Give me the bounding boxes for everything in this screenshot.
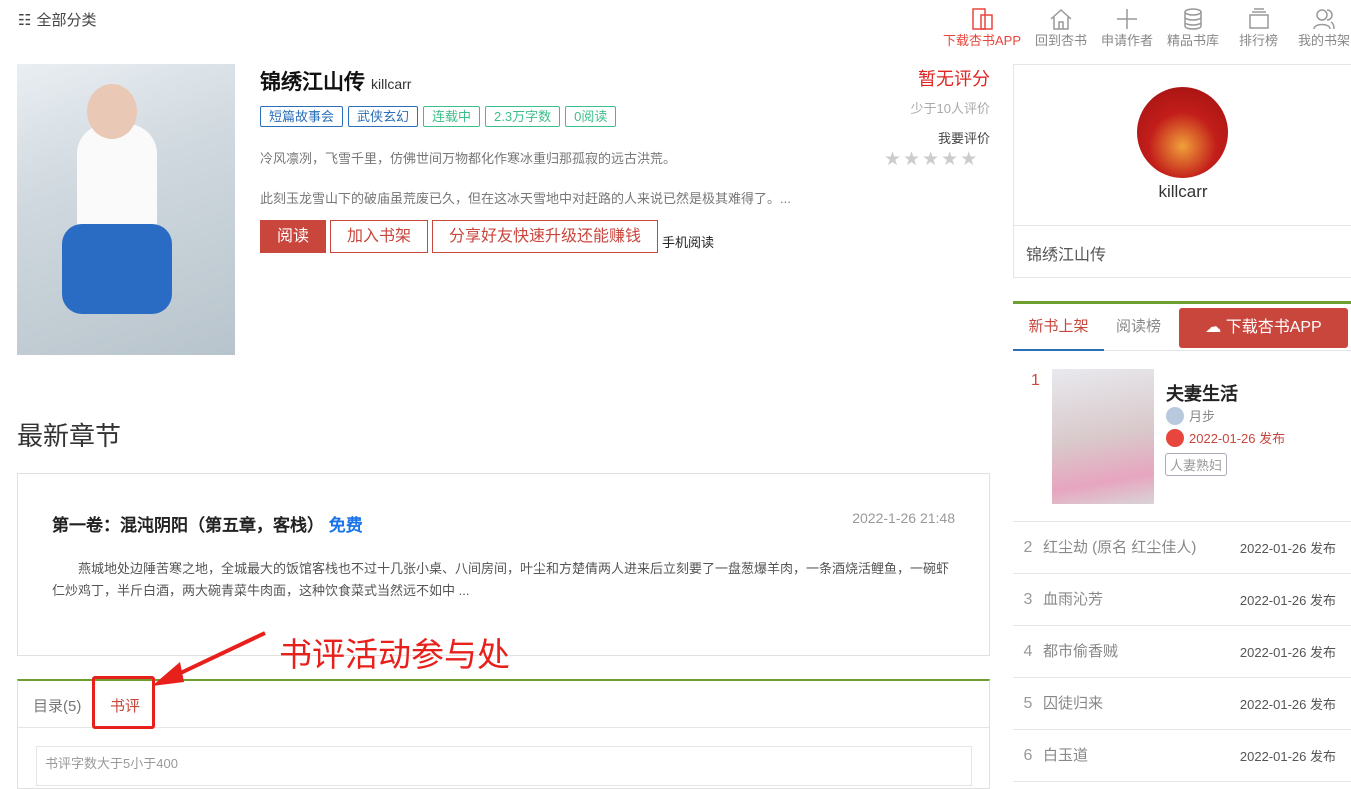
clock-icon — [1166, 428, 1184, 447]
mobile-read-link[interactable]: 手机阅读 — [662, 232, 714, 251]
rate-label: 我要评价 — [937, 131, 990, 146]
user-icon — [1313, 9, 1335, 30]
share-button[interactable]: 分享好友快速升级还能赚钱 — [432, 220, 659, 253]
ranking-item[interactable]: 3 血雨沁芳 2022-01-26 发布 — [1013, 574, 1351, 626]
star-icon[interactable]: ★ — [922, 148, 939, 171]
author-name[interactable]: killcarr — [1014, 182, 1351, 202]
publish-date: 2022-01-26 发布 — [1189, 431, 1286, 446]
tab-new-books[interactable]: 新书上架 — [1013, 304, 1104, 351]
nav-apply-author[interactable]: 申请作者 — [1101, 8, 1153, 49]
tag-status: 连载中 — [423, 106, 481, 127]
rating-value: 暂无评分 — [918, 69, 990, 89]
book-tags: 短篇故事会 武侠玄幻 连载中 2.3万字数 0阅读 — [260, 106, 617, 127]
annotation-label: 书评活动参与处 — [279, 636, 510, 673]
star-rating-input[interactable]: ★ ★ ★ ★ ★ — [884, 148, 977, 171]
star-icon[interactable]: ★ — [884, 148, 901, 171]
nav-home[interactable]: 回到杏书 — [1035, 8, 1087, 49]
nav-my-shelf[interactable]: 我的书架 — [1298, 8, 1350, 49]
nav-ranking[interactable]: 排行榜 — [1239, 8, 1278, 49]
add-to-shelf-button[interactable]: 加入书架 — [330, 220, 429, 253]
tab-reading-rank[interactable]: 阅读榜 — [1116, 304, 1161, 349]
star-icon[interactable]: ★ — [903, 148, 920, 171]
all-categories-button[interactable]: ☷ 全部分类 — [18, 9, 96, 30]
sidebar-tabs: 新书上架 阅读榜 ☁ 下载杏书APP — [1013, 301, 1351, 351]
read-button[interactable]: 阅读 — [260, 220, 327, 253]
book-thumbnail[interactable] — [1052, 369, 1154, 504]
chapter-time: 2022-1-26 21:48 — [852, 510, 955, 526]
ranking-icon — [1248, 8, 1269, 29]
tag-word-count: 2.3万字数 — [485, 106, 561, 127]
tag-category[interactable]: 短篇故事会 — [260, 106, 344, 127]
author-avatar[interactable] — [1137, 87, 1228, 178]
star-icon[interactable]: ★ — [960, 148, 977, 171]
tag-genre[interactable]: 武侠玄幻 — [348, 106, 419, 127]
chapter-title[interactable]: 第一卷：混沌阴阳（第五章，客栈） 免费 — [52, 511, 363, 536]
list-icon: ☷ — [18, 11, 32, 29]
ranking-item[interactable]: 4 都市偷香贼 2022-01-26 发布 — [1013, 626, 1351, 678]
tab-toc[interactable]: 目录(5) — [33, 695, 81, 716]
annotation-arrow-icon — [152, 631, 266, 686]
book-desc-line1: 冷风凛冽，飞雪千里，仿佛世间万物都化作寒冰重归那孤寂的远古洪荒。 — [260, 151, 677, 166]
star-icon[interactable]: ★ — [941, 148, 958, 171]
rating-note: 少于10人评价 — [910, 101, 990, 116]
book-title[interactable]: 夫妻生活 — [1166, 380, 1238, 406]
nav-library[interactable]: 精品书库 — [1167, 8, 1219, 49]
nav-download-app[interactable]: 下载杏书APP — [943, 8, 1021, 49]
book-tag[interactable]: 人妻熟妇 — [1165, 453, 1228, 476]
phone-app-icon — [972, 8, 993, 30]
latest-chapters-heading: 最新章节 — [17, 421, 122, 451]
user-icon — [1166, 406, 1184, 425]
review-input[interactable]: 书评字数大于5小于400 — [36, 746, 972, 786]
database-icon — [1184, 8, 1202, 30]
book-author[interactable]: killcarr — [371, 76, 411, 92]
free-badge: 免费 — [328, 516, 363, 535]
plus-icon — [1117, 9, 1137, 29]
toc-review-tabs: 目录(5) 书评 书评字数大于5小于400 — [17, 679, 990, 789]
book-cover-image[interactable] — [17, 64, 235, 355]
author-card: killcarr — [1013, 64, 1351, 226]
book-title: 锦绣江山传 killcarr — [260, 71, 412, 94]
cloud-download-icon: ☁ — [1205, 319, 1222, 336]
ranking-top-item[interactable]: 1 夫妻生活 月步 2022-01-26 发布 人妻熟妇 — [1013, 352, 1351, 522]
book-desc-line2: 此刻玉龙雪山下的破庙虽荒废已久，但在这冰天雪地中对赶路的人来说已然是极其难得了。… — [260, 191, 791, 206]
sidebar-book-name: 锦绣江山传 — [1013, 225, 1351, 278]
download-app-button[interactable]: ☁ 下载杏书APP — [1179, 308, 1348, 348]
home-icon — [1050, 8, 1072, 30]
ranking-item[interactable]: 6 白玉道 2022-01-26 发布 — [1013, 730, 1351, 782]
chapter-excerpt: 燕城地处边陲苦寒之地，全城最大的饭馆客栈也不过十几张小桌、八间房间，叶尘和方楚倩… — [52, 561, 950, 598]
rank-number: 1 — [1031, 372, 1040, 389]
ranking-item[interactable]: 2 红尘劫 (原名 红尘佳人) 2022-01-26 发布 — [1013, 522, 1351, 574]
tag-reads: 0阅读 — [565, 106, 617, 127]
book-author: 月步 — [1189, 409, 1216, 424]
ranking-item[interactable]: 5 囚徒归来 2022-01-26 发布 — [1013, 678, 1351, 730]
